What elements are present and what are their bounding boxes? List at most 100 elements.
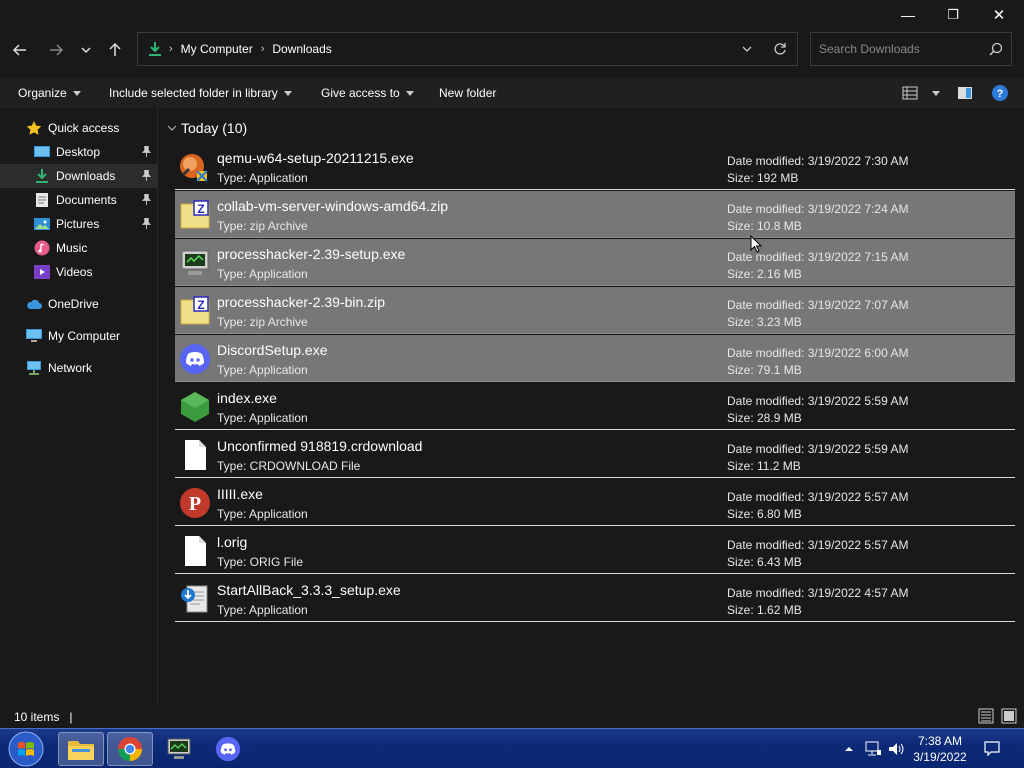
up-button[interactable] [103, 38, 127, 62]
file-type: Type: Application [217, 507, 308, 521]
file-type: Type: Application [217, 171, 308, 185]
file-name: index.exe [217, 390, 277, 406]
include-in-library-menu[interactable]: Include selected folder in library [109, 86, 292, 100]
breadcrumb-separator-icon: › [169, 43, 173, 55]
file-row[interactable]: processhacker-2.39-setup.exe Type: Appli… [175, 239, 1015, 286]
file-row[interactable]: l.orig Type: ORIG File Date modified: 3/… [175, 527, 1015, 574]
pin-icon[interactable] [142, 218, 151, 229]
sidebar-item-onedrive[interactable]: OneDrive [0, 292, 157, 316]
breadcrumb-downloads[interactable]: Downloads [272, 42, 331, 56]
chevron-down-icon [81, 47, 91, 54]
tray-network[interactable] [862, 729, 884, 768]
pin-icon[interactable] [142, 194, 151, 205]
network-status-icon [865, 741, 881, 756]
file-row[interactable]: DiscordSetup.exe Type: Application Date … [175, 335, 1015, 382]
sidebar-item-desktop[interactable]: Desktop [0, 140, 157, 164]
taskbar-clock[interactable]: 7:38 AM 3/19/2022 [900, 733, 980, 765]
mouse-cursor-icon [750, 235, 762, 253]
sidebar-item-label: Quick access [48, 121, 120, 135]
zip-archive-icon: Z [180, 296, 210, 325]
notification-icon [984, 741, 1000, 757]
sidebar-item-quick-access[interactable]: Quick access [0, 116, 157, 140]
item-count: 10 items | [14, 710, 73, 724]
file-size: Size: 1.62 MB [727, 603, 802, 617]
qemu-installer-icon [180, 154, 208, 182]
chevron-down-icon [167, 125, 177, 131]
file-row[interactable]: Z processhacker-2.39-bin.zip Type: zip A… [175, 287, 1015, 334]
sidebar-item-downloads[interactable]: Downloads [0, 164, 157, 188]
file-name: StartAllBack_3.3.3_setup.exe [217, 582, 401, 598]
recent-locations-button[interactable] [74, 38, 98, 62]
address-bar[interactable]: › My Computer › Downloads [137, 32, 798, 66]
minimize-button[interactable]: — [885, 0, 931, 30]
help-button[interactable]: ? [991, 84, 1009, 105]
file-row[interactable]: qemu-w64-setup-20211215.exe Type: Applic… [175, 143, 1015, 190]
sidebar-item-videos[interactable]: Videos [0, 260, 157, 284]
new-folder-button[interactable]: New folder [439, 86, 496, 100]
breadcrumb-my-computer[interactable]: My Computer [181, 42, 253, 56]
large-icons-view-button[interactable] [1001, 708, 1017, 727]
file-name: processhacker-2.39-setup.exe [217, 246, 406, 262]
folder-icon [68, 741, 94, 760]
sidebar-item-label: Documents [56, 193, 117, 207]
taskbar-discord[interactable] [205, 732, 251, 766]
sidebar-item-label: Pictures [56, 217, 100, 231]
file-date-modified: Date modified: 3/19/2022 5:59 AM [727, 442, 909, 456]
svg-text:Z: Z [197, 298, 204, 312]
sidebar-item-network[interactable]: Network [0, 356, 157, 380]
file-name: IIIII.exe [217, 486, 263, 502]
sidebar-item-label: Downloads [56, 169, 116, 183]
arrow-up-icon [109, 42, 121, 56]
search-box[interactable] [810, 32, 1012, 66]
group-header-today[interactable]: Today (10) [167, 120, 247, 136]
chevron-up-icon [845, 747, 853, 751]
sidebar-item-documents[interactable]: Documents [0, 188, 157, 212]
details-view-icon [978, 708, 994, 724]
sidebar-item-my-computer[interactable]: My Computer [0, 324, 157, 348]
show-hidden-icons-button[interactable] [840, 729, 858, 768]
sidebar-item-pictures[interactable]: Pictures [0, 212, 157, 236]
back-button[interactable] [8, 38, 32, 62]
cloud-icon [27, 299, 42, 309]
pin-icon[interactable] [142, 170, 151, 181]
search-input[interactable] [819, 42, 979, 56]
file-size: Size: 11.2 MB [727, 459, 801, 473]
file-row[interactable]: StartAllBack_3.3.3_setup.exe Type: Appli… [175, 575, 1015, 622]
sidebar-item-label: OneDrive [48, 297, 99, 311]
svg-text:?: ? [997, 88, 1004, 100]
computer-icon [26, 329, 42, 342]
give-access-label: Give access to [321, 86, 400, 100]
sidebar-item-music[interactable]: Music [0, 236, 157, 260]
search-button[interactable] [989, 42, 1003, 59]
taskbar-file-explorer[interactable] [58, 732, 104, 766]
details-view-button[interactable] [978, 708, 994, 727]
taskbar-process-hacker[interactable] [156, 732, 202, 766]
preview-pane-button[interactable] [957, 85, 973, 104]
file-date-modified: Date modified: 3/19/2022 6:00 AM [727, 346, 909, 360]
change-view-button[interactable] [902, 85, 918, 104]
file-size: Size: 28.9 MB [727, 411, 802, 425]
refresh-button[interactable] [773, 42, 787, 59]
view-options-dropdown[interactable] [926, 86, 940, 100]
organize-menu[interactable]: Organize [18, 86, 81, 100]
action-center-button[interactable] [980, 729, 1004, 768]
refresh-icon [774, 43, 786, 55]
caret-down-icon [72, 91, 81, 97]
file-type: Type: zip Archive [217, 315, 308, 329]
give-access-menu[interactable]: Give access to [321, 86, 414, 100]
maximize-button[interactable]: ❐ [930, 0, 976, 30]
file-row[interactable]: P IIIII.exe Type: Application Date modif… [175, 479, 1015, 526]
file-list: Today (10) qemu-w64-setup-20211215.exe T… [159, 108, 1024, 704]
forward-button[interactable] [44, 38, 68, 62]
title-bar: — ❐ ✕ [0, 0, 1024, 30]
address-dropdown-button[interactable] [741, 43, 753, 58]
file-row[interactable]: index.exe Type: Application Date modifie… [175, 383, 1015, 430]
chevron-down-icon [742, 46, 752, 52]
file-row[interactable]: Z collab-vm-server-windows-amd64.zip Typ… [175, 191, 1015, 238]
file-row[interactable]: Unconfirmed 918819.crdownload Type: CRDO… [175, 431, 1015, 478]
pin-icon[interactable] [142, 146, 151, 157]
taskbar-chrome[interactable] [107, 732, 153, 766]
start-button[interactable] [8, 731, 44, 768]
close-button[interactable]: ✕ [976, 0, 1022, 30]
discord-icon [180, 344, 210, 374]
